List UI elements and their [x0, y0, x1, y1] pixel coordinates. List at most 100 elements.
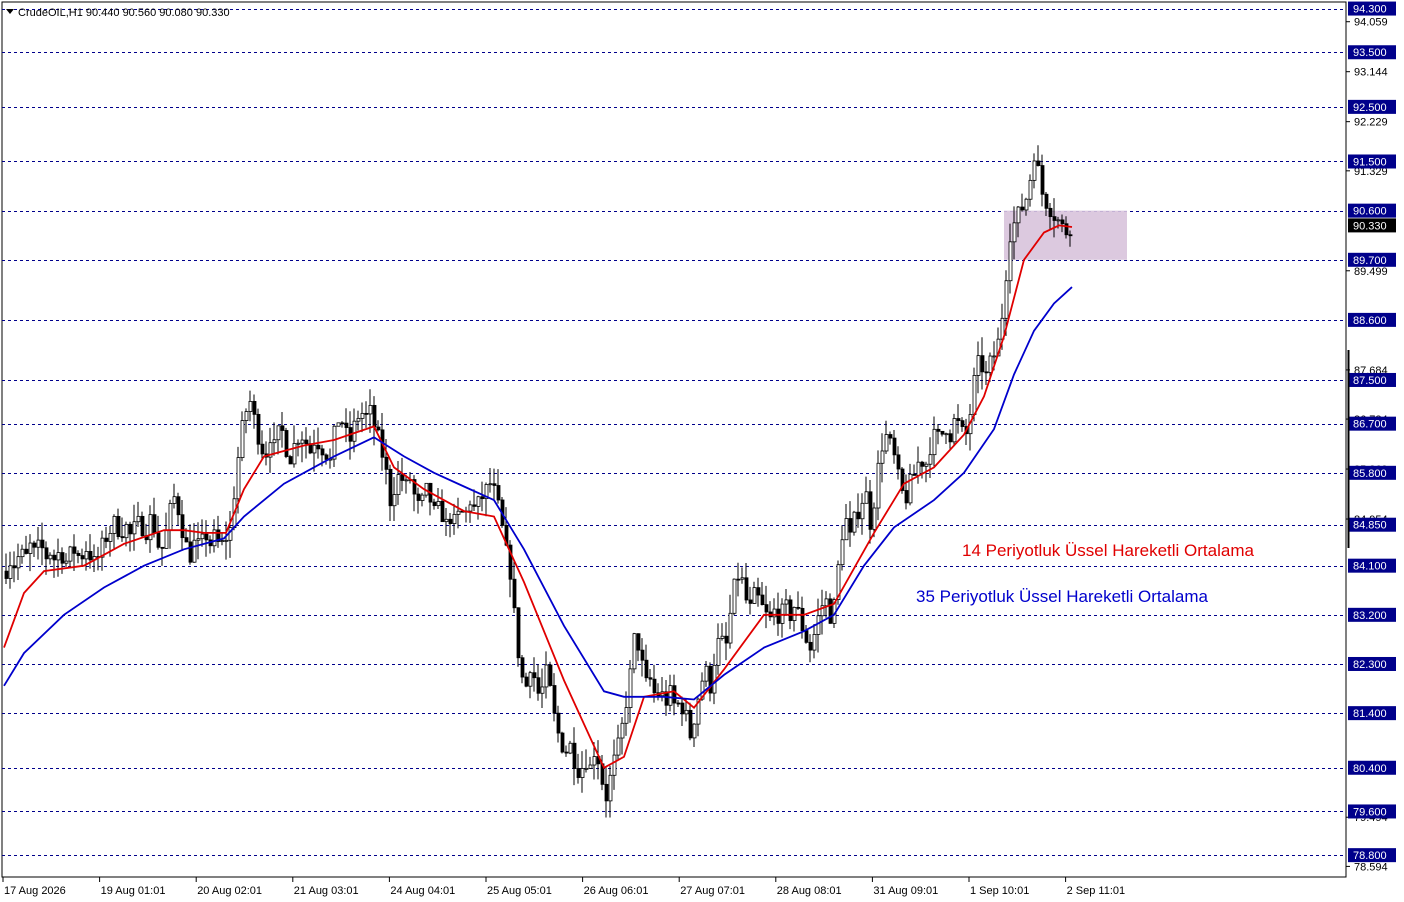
- y-tick-label: 89.499: [1354, 266, 1388, 278]
- price-axis: 94.05993.14492.22991.32989.49987.68486.7…: [1346, 0, 1404, 902]
- candle-body: [372, 404, 377, 428]
- candle-body: [276, 425, 281, 441]
- candle-body: [432, 501, 437, 507]
- candle-body: [800, 607, 805, 631]
- candle-body: [1044, 193, 1049, 209]
- candle-body: [852, 511, 857, 533]
- candle-body: [224, 539, 229, 542]
- y-tick-label: 93.144: [1354, 67, 1388, 79]
- candle-body: [392, 494, 397, 507]
- level-label: 94.300: [1353, 4, 1387, 16]
- candle-body: [844, 518, 849, 541]
- candle-body: [940, 430, 945, 435]
- candle-body: [480, 496, 485, 500]
- candle-body: [1020, 206, 1025, 211]
- candle-body: [584, 767, 589, 770]
- candle-body: [892, 437, 897, 456]
- candle-body: [12, 565, 17, 569]
- candle-body: [1032, 160, 1037, 181]
- candle-body: [244, 411, 249, 422]
- candle-body: [420, 494, 425, 501]
- candle-body: [612, 754, 617, 776]
- candle-body: [1056, 219, 1061, 222]
- candle-body: [872, 507, 877, 530]
- candle-body: [628, 668, 633, 708]
- candle-body: [536, 677, 541, 694]
- candle-body: [172, 496, 177, 504]
- candle-body: [68, 546, 73, 562]
- candle-body: [652, 678, 657, 694]
- candle-body: [108, 533, 113, 542]
- candle-body: [332, 425, 337, 460]
- x-tick-label: 1 Sep 10:01: [970, 885, 1029, 897]
- level-label: 90.600: [1353, 206, 1387, 218]
- candle-body: [260, 443, 265, 455]
- candle-body: [580, 768, 585, 778]
- candle-body: [112, 515, 117, 534]
- candle-body: [848, 518, 853, 533]
- candle-body: [340, 422, 345, 425]
- candle-body: [904, 490, 909, 504]
- candle-body: [924, 463, 929, 467]
- candle-body: [136, 515, 141, 523]
- candle-body: [692, 723, 697, 739]
- candle-body: [444, 518, 449, 523]
- candle-body: [788, 599, 793, 621]
- candle-body: [716, 637, 721, 666]
- candle-body: [676, 702, 681, 705]
- candle-body: [976, 355, 981, 376]
- symbol-header: CrudeOIL,H1 90.440 90.560 90.080 90.330: [18, 7, 230, 19]
- candle-body: [616, 737, 621, 756]
- level-label: 92.500: [1353, 102, 1387, 114]
- candle-body: [888, 434, 893, 439]
- candle-body: [396, 474, 401, 495]
- candle-body: [72, 546, 77, 554]
- candle-body: [360, 412, 365, 419]
- candle-body: [160, 546, 165, 549]
- candle-body: [256, 413, 261, 445]
- candle-body: [936, 428, 941, 432]
- candle-body: [816, 615, 821, 635]
- candle-body: [956, 418, 961, 422]
- candle-body: [1036, 160, 1041, 166]
- level-label: 89.700: [1353, 255, 1387, 267]
- candle-body: [128, 523, 133, 535]
- level-label: 84.850: [1353, 520, 1387, 532]
- candle-body: [576, 768, 581, 778]
- candle-body: [452, 513, 457, 525]
- candle-body: [988, 355, 993, 374]
- candle-body: [868, 491, 873, 530]
- candle-body: [780, 603, 785, 624]
- candle-body: [248, 400, 253, 412]
- candle-body: [920, 461, 925, 467]
- level-label: 85.800: [1353, 468, 1387, 480]
- candle-body: [952, 418, 957, 443]
- candle-body: [544, 664, 549, 688]
- candle-body: [80, 555, 85, 560]
- candle-body: [492, 483, 497, 486]
- candle-body: [388, 468, 393, 507]
- candle-body: [684, 709, 689, 715]
- candle-body: [1008, 241, 1013, 282]
- candle-body: [1024, 198, 1029, 211]
- candle-body: [440, 501, 445, 523]
- candle-body: [468, 504, 473, 512]
- candle-body: [120, 536, 125, 539]
- candle-body: [748, 599, 753, 604]
- candle-body: [280, 425, 285, 431]
- candle-body: [364, 412, 369, 415]
- candle-body: [296, 442, 301, 445]
- candle-body: [948, 433, 953, 443]
- candle-body: [516, 607, 521, 659]
- candle-body: [728, 612, 733, 644]
- candle-body: [252, 400, 257, 415]
- candle-body: [472, 504, 477, 507]
- candle-body: [688, 709, 693, 739]
- level-label: 86.700: [1353, 419, 1387, 431]
- price-chart[interactable]: 94.05993.14492.22991.32989.49987.68486.7…: [0, 0, 1404, 902]
- candle-body: [1028, 179, 1033, 200]
- candle-body: [992, 355, 997, 358]
- candle-body: [44, 547, 49, 560]
- candle-body: [132, 521, 137, 535]
- candle-body: [864, 491, 869, 504]
